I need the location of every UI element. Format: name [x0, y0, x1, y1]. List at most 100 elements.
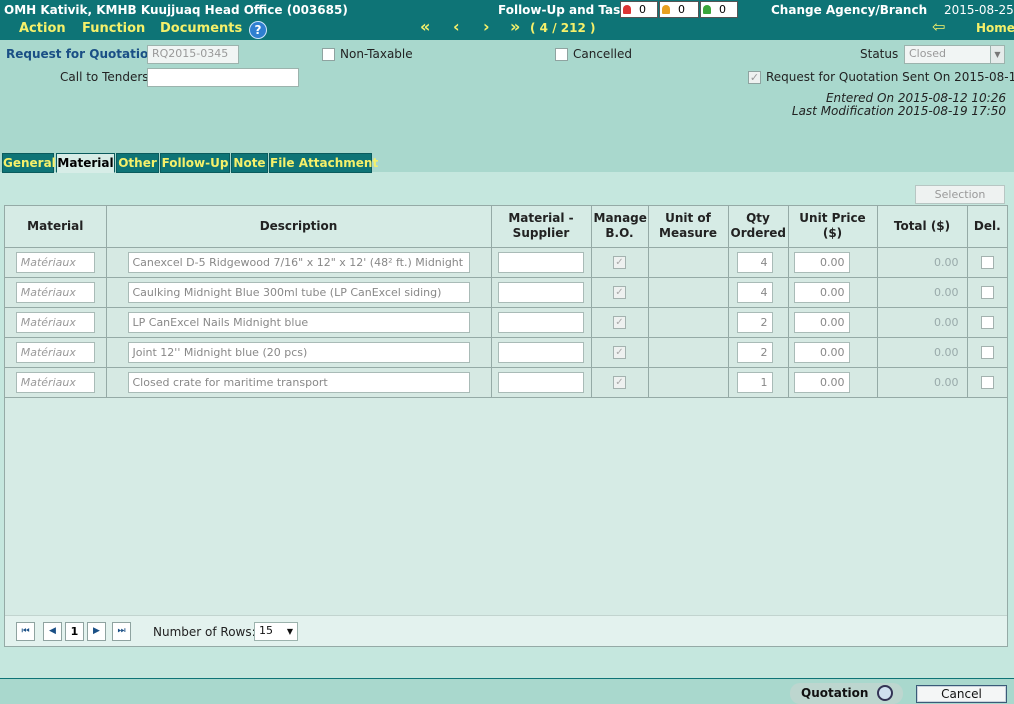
qty-field: 2 — [736, 311, 773, 333]
total-value: 0.00 — [877, 307, 968, 338]
tab-other[interactable]: Other — [116, 153, 159, 173]
total-value: 0.00 — [877, 247, 968, 278]
table-row: Matériaux Caulking Midnight Blue 300ml t… — [5, 277, 1007, 308]
selection-button[interactable]: Selection — [915, 185, 1005, 204]
current-page-button[interactable]: 1 — [65, 622, 84, 641]
rfq-number-field: RQ2015-0345 — [147, 45, 239, 64]
red-bell-icon — [623, 5, 631, 14]
followup-task-label[interactable]: Follow-Up and Task — [498, 3, 628, 17]
first-page-icon[interactable]: ⏮ — [16, 622, 35, 641]
nav-first-icon[interactable]: « — [420, 17, 430, 36]
table-row: Matériaux Joint 12'' Midnight blue (20 p… — [5, 337, 1007, 368]
manage-bo-checkbox: ✓ — [613, 255, 626, 269]
qty-field: 4 — [736, 251, 773, 273]
supplier-input[interactable] — [498, 341, 584, 363]
next-page-icon[interactable]: ▶ — [87, 622, 106, 641]
delete-checkbox[interactable] — [980, 315, 994, 329]
non-taxable-label: Non-Taxable — [340, 47, 413, 61]
qty-field: 4 — [736, 281, 773, 303]
unit-price-input[interactable]: 0.00 — [793, 251, 850, 273]
material-input[interactable]: Matériaux — [15, 341, 95, 363]
tab-material[interactable]: Material — [56, 153, 115, 173]
current-date: 2015-08-25 — [944, 3, 1014, 17]
table-row: Matériaux Closed crate for maritime tran… — [5, 367, 1007, 398]
cancelled-label: Cancelled — [573, 47, 632, 61]
tab-note[interactable]: Note — [231, 153, 268, 173]
qty-field: 2 — [736, 341, 773, 363]
material-input[interactable]: Matériaux — [15, 281, 95, 303]
manage-bo-checkbox: ✓ — [613, 285, 626, 299]
organization-title: OMH Kativik, KMHB Kuujjuaq Head Office (… — [4, 3, 348, 17]
manage-bo-checkbox: ✓ — [613, 375, 626, 389]
unit-price-input[interactable]: 0.00 — [793, 371, 850, 393]
rows-per-page-label: Number of Rows: — [153, 625, 256, 639]
tab-follow-up[interactable]: Follow-Up — [160, 153, 230, 173]
col-manage-bo: Manage B.O. — [591, 206, 649, 248]
manage-bo-checkbox: ✓ — [613, 345, 626, 359]
call-to-tenders-input[interactable] — [147, 68, 299, 87]
table-row: Matériaux LP CanExcel Nails Midnight blu… — [5, 307, 1007, 338]
orange-bell-icon — [662, 5, 670, 14]
delete-checkbox[interactable] — [980, 375, 994, 389]
last-page-icon[interactable]: ⏭ — [112, 622, 131, 641]
description-field: LP CanExcel Nails Midnight blue — [127, 311, 470, 333]
material-input[interactable]: Matériaux — [15, 371, 95, 393]
description-field: Closed crate for maritime transport — [127, 371, 470, 393]
unit-price-input[interactable]: 0.00 — [793, 311, 850, 333]
uom-cell — [648, 367, 729, 398]
material-input[interactable]: Matériaux — [15, 251, 95, 273]
description-field: Caulking Midnight Blue 300ml tube (LP Ca… — [127, 281, 470, 303]
last-modification: Last Modification 2015-08-19 17:50 — [791, 104, 1006, 118]
col-material: Material — [5, 206, 107, 248]
delete-checkbox[interactable] — [980, 285, 994, 299]
chevron-down-icon: ▼ — [990, 46, 1004, 63]
nav-next-icon[interactable]: › — [483, 17, 490, 36]
supplier-input[interactable] — [498, 311, 584, 333]
col-supplier: Material - Supplier — [491, 206, 592, 248]
non-taxable-checkbox[interactable] — [322, 48, 335, 61]
col-uom: Unit of Measure — [648, 206, 729, 248]
nav-prev-icon[interactable]: ‹ — [453, 17, 460, 36]
followup-counter-orange[interactable]: 0 — [659, 1, 699, 18]
total-value: 0.00 — [877, 277, 968, 308]
status-label: Status — [860, 47, 899, 61]
home-link[interactable]: Home — [976, 21, 1014, 35]
uom-cell — [648, 247, 729, 278]
followup-counter-red[interactable]: 0 — [620, 1, 658, 18]
rfq-sent-checkbox: ✓ — [748, 71, 761, 84]
supplier-input[interactable] — [498, 251, 584, 273]
green-bell-icon — [703, 5, 711, 14]
menu-function[interactable]: Function — [82, 21, 145, 36]
menu-documents[interactable]: Documents — [160, 21, 242, 36]
cancel-button[interactable]: Cancel — [916, 685, 1007, 703]
followup-counter-green[interactable]: 0 — [700, 1, 738, 18]
cancelled-checkbox[interactable] — [555, 48, 568, 61]
tab-file-attachment[interactable]: File Attachment — [269, 153, 378, 173]
manage-bo-checkbox: ✓ — [613, 315, 626, 329]
nav-last-icon[interactable]: » — [510, 17, 520, 36]
tab-general[interactable]: General — [2, 153, 56, 173]
col-delete: Del. — [967, 206, 1007, 248]
back-arrow-icon[interactable]: ⇦ — [932, 17, 945, 36]
material-input[interactable]: Matériaux — [15, 311, 95, 333]
uom-cell — [648, 277, 729, 308]
col-qty: Qty Ordered — [728, 206, 789, 248]
help-icon[interactable]: ? — [249, 21, 267, 39]
change-agency-link[interactable]: Change Agency/Branch — [771, 3, 927, 17]
supplier-input[interactable] — [498, 281, 584, 303]
material-grid: Material Description Material - Supplier… — [4, 205, 1008, 647]
status-select[interactable]: Closed ▼ — [904, 45, 1005, 64]
delete-checkbox[interactable] — [980, 255, 994, 269]
qty-field: 1 — [736, 371, 773, 393]
rows-per-page-select[interactable]: 15 ▼ — [254, 622, 298, 641]
quotation-button[interactable]: Quotation — [790, 683, 903, 704]
menu-action[interactable]: Action — [19, 21, 66, 36]
material-table: Material Description Material - Supplier… — [5, 206, 1007, 398]
delete-checkbox[interactable] — [980, 345, 994, 359]
record-position: ( 4 / 212 ) — [530, 21, 596, 35]
unit-price-input[interactable]: 0.00 — [793, 341, 850, 363]
unit-price-input[interactable]: 0.00 — [793, 281, 850, 303]
prev-page-icon[interactable]: ◀ — [43, 622, 62, 641]
rfq-sent-label: Request for Quotation Sent On 2015-08-12 — [766, 70, 1014, 84]
supplier-input[interactable] — [498, 371, 584, 393]
